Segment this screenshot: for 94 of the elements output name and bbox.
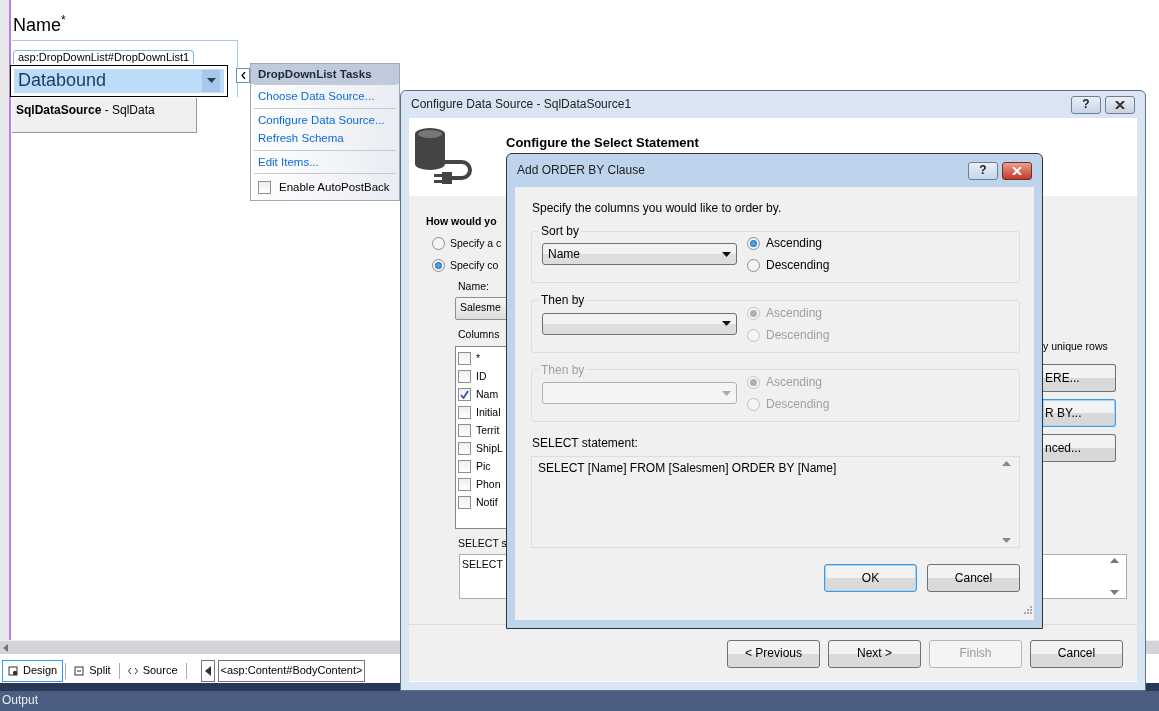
autopostback-checkbox[interactable]: [258, 180, 271, 194]
task-link[interactable]: Configure Data Source...: [258, 110, 392, 130]
design-view-icon: [8, 666, 18, 676]
order-label: Ascending: [766, 375, 823, 391]
dropdown-arrow-icon: [722, 251, 731, 257]
column-label: Nam: [476, 388, 499, 402]
column-checkbox[interactable]: [458, 388, 471, 402]
column-label: *: [476, 352, 481, 366]
close-icon: [1115, 100, 1125, 109]
dialog-button[interactable]: Cancel: [927, 564, 1020, 593]
breadcrumb[interactable]: <asp:Content#BodyContent>: [217, 660, 366, 682]
order-radio[interactable]: [747, 237, 760, 251]
help-button[interactable]: ?: [1071, 95, 1101, 114]
column-label: Territ: [476, 424, 500, 438]
split-view-icon: [74, 666, 85, 676]
instruction-text: Specify the columns you would like to order by.: [532, 201, 783, 216]
scroll-up-icon: [1110, 557, 1119, 563]
help-button[interactable]: ?: [968, 161, 998, 180]
dialog-button[interactable]: OK: [824, 564, 917, 593]
option-label: Specify a c: [450, 237, 502, 251]
column-checkbox[interactable]: [458, 496, 471, 510]
statement-text: SELECT: [462, 557, 503, 572]
select-label: SELECT statement:: [532, 436, 639, 452]
view-tab[interactable]: Split: [68, 660, 117, 682]
task-link[interactable]: Edit Items...: [258, 152, 392, 171]
order-label: Ascending: [766, 236, 823, 252]
view-tab[interactable]: Source: [121, 660, 184, 682]
column-label: ShipL: [476, 442, 503, 456]
order-radio[interactable]: [747, 259, 760, 273]
column-dropdown[interactable]: [542, 312, 737, 335]
datasource-control: SqlDataSource - SqlData: [12, 97, 197, 133]
checkmark-icon: [460, 390, 469, 400]
select-label: SELECT s: [458, 536, 507, 550]
scroll-down-icon: [1002, 538, 1011, 544]
column-dropdown[interactable]: Name: [542, 243, 737, 266]
side-button[interactable]: ERE...: [1043, 364, 1116, 393]
field-label: Name$^{*}$: [12, 14, 67, 37]
column-label: Pic: [476, 460, 491, 474]
window-title: Add ORDER BY Clause: [517, 163, 645, 178]
order-label: Descending: [766, 327, 830, 343]
order-label: Ascending: [766, 305, 823, 321]
column-checkbox[interactable]: [458, 442, 471, 456]
option-label: Specify co: [450, 259, 499, 273]
scroll-up-icon: [1002, 461, 1011, 467]
column-checkbox[interactable]: [458, 406, 471, 420]
column-checkbox[interactable]: [458, 460, 471, 474]
task-link[interactable]: Refresh Schema: [258, 129, 392, 148]
column-checkbox[interactable]: [458, 352, 471, 366]
option-radio[interactable]: [432, 237, 445, 251]
option-radio[interactable]: [432, 259, 445, 273]
smart-tag-button[interactable]: [236, 67, 250, 83]
side-button[interactable]: nced...: [1043, 434, 1116, 463]
columns-label: Columns: [458, 327, 500, 341]
dropdown-arrow-icon: [722, 390, 731, 396]
close-icon: [1012, 166, 1022, 175]
view-tab[interactable]: Design: [2, 660, 64, 682]
group-label: Sort by: [540, 224, 580, 239]
column-label: Phon: [476, 478, 501, 492]
group-label: Then by: [540, 293, 586, 308]
column-label: Notif: [476, 496, 498, 510]
close-button[interactable]: [1002, 161, 1032, 180]
output-panel-title[interactable]: Output: [0, 691, 1159, 711]
column-checkbox[interactable]: [458, 478, 471, 492]
dropdown-arrow-icon: [206, 78, 216, 83]
triangle-left-icon: [204, 666, 211, 676]
task-link[interactable]: Choose Data Source...: [258, 87, 392, 106]
order-label: Descending: [766, 397, 830, 413]
page-heading: Configure the Select Statement: [506, 135, 699, 152]
group-label: Then by: [540, 362, 586, 378]
scroll-down-icon: [1110, 589, 1119, 595]
checkbox-label: Enable AutoPostBack: [279, 179, 390, 195]
name-label: Name:: [458, 280, 489, 294]
control-tag: asp:DropDownList#DropDownList1: [13, 49, 195, 65]
footer-button[interactable]: Cancel: [1030, 639, 1123, 668]
dropdown-arrow-icon: [722, 321, 731, 327]
chevron-left-icon: [240, 71, 246, 79]
close-button[interactable]: [1105, 95, 1135, 114]
order-label: Descending: [766, 258, 830, 274]
side-button[interactable]: R BY...: [1043, 399, 1116, 428]
column-label: ID: [476, 370, 487, 384]
code-icon: [127, 666, 138, 676]
unique-rows-label: y unique rows: [1043, 340, 1108, 354]
footer-button[interactable]: < Previous: [727, 639, 820, 668]
panel-title: DropDownList Tasks: [251, 64, 399, 85]
column-checkbox[interactable]: [458, 424, 471, 438]
question-label: How would yo: [426, 215, 498, 229]
column-checkbox[interactable]: [458, 370, 471, 384]
footer-button[interactable]: Next >: [828, 639, 921, 668]
resize-grip-icon: [1023, 605, 1032, 615]
column-label: Initial: [476, 406, 501, 420]
dropdown[interactable]: Databound: [13, 67, 225, 94]
breadcrumb-back-button[interactable]: [200, 660, 215, 682]
statement-text: SELECT [Name] FROM [Salesmen] ORDER BY [Name]: [538, 461, 837, 478]
window-title: Configure Data Source - SqlDataSource1: [411, 97, 632, 112]
